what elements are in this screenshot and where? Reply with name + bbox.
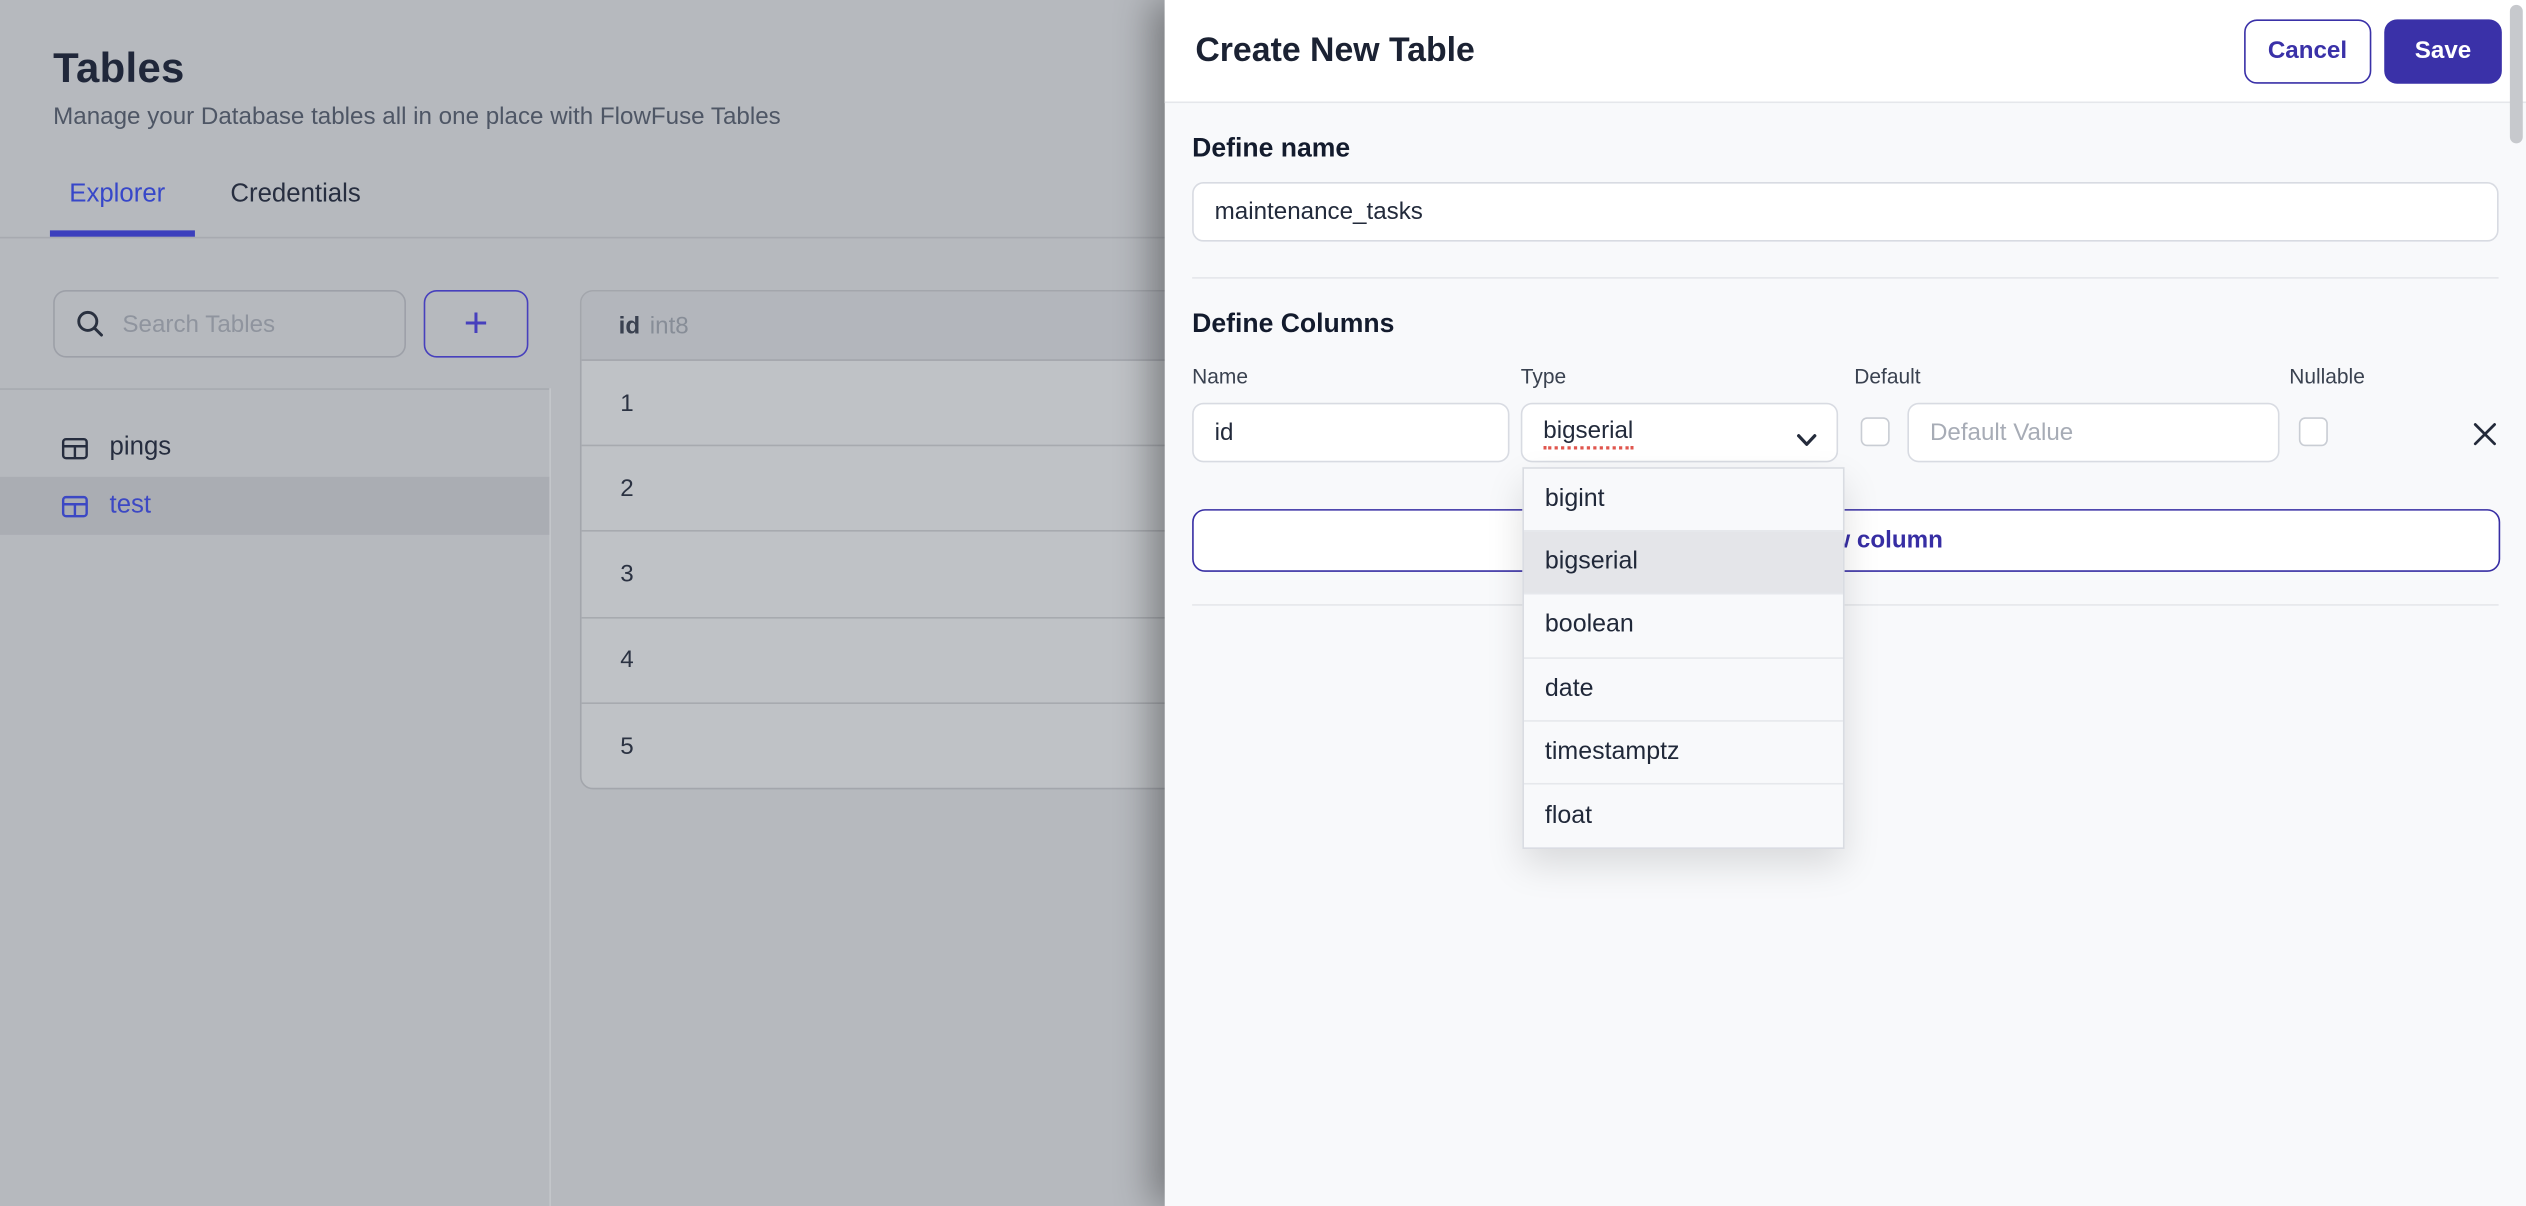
close-icon	[2473, 422, 2496, 445]
dropdown-option-timestamptz[interactable]: timestamptz	[1523, 721, 1843, 785]
cell-value: 4	[620, 646, 634, 674]
table-icon	[61, 492, 88, 519]
sidebar-item-test[interactable]: test	[0, 476, 550, 535]
define-name-heading: Define name	[1192, 133, 1351, 163]
column-name-value: id	[1214, 418, 1234, 447]
column-type: int8	[649, 311, 689, 340]
cancel-button[interactable]: Cancel	[2243, 18, 2372, 83]
default-value-input[interactable]: Default Value	[1907, 402, 2280, 463]
cell-value: 5	[620, 732, 634, 761]
dropdown-option-date[interactable]: date	[1523, 658, 1843, 722]
tab-credentials[interactable]: Credentials	[230, 180, 360, 209]
table-item-label: pings	[109, 433, 172, 461]
tab-divider	[0, 236, 1165, 239]
sidebar-main-divider	[549, 388, 551, 1206]
add-table-button[interactable]: +	[423, 289, 529, 358]
remove-column-button[interactable]	[2470, 419, 2499, 448]
add-new-column-button[interactable]: Add new column	[1192, 509, 2501, 572]
column-type-value: bigserial	[1543, 416, 1634, 449]
table-icon	[61, 434, 88, 461]
search-icon	[76, 309, 105, 338]
app-root: Tables Manage your Database tables all i…	[0, 0, 2526, 1206]
scrollbar-thumb[interactable]	[2509, 4, 2523, 144]
default-checkbox[interactable]	[1860, 417, 1890, 447]
table-name-input[interactable]: maintenance_tasks	[1192, 182, 2499, 242]
panel-title: Create New Table	[1195, 31, 1475, 69]
type-dropdown-menu: bigint bigserial boolean date timestampt…	[1522, 467, 1845, 850]
default-value-placeholder: Default Value	[1929, 418, 2074, 447]
dropdown-option-float[interactable]: float	[1524, 784, 1843, 847]
save-button[interactable]: Save	[2384, 18, 2502, 83]
column-name: id	[618, 311, 641, 340]
search-placeholder: Search Tables	[122, 310, 276, 338]
column-type-select[interactable]: bigserial	[1520, 402, 1839, 463]
table-item-label: test	[109, 491, 152, 519]
define-columns-heading: Define Columns	[1192, 309, 1395, 339]
create-table-panel: Create New Table Cancel Save Define name…	[1164, 0, 2526, 1206]
sidebar-item-pings[interactable]: pings	[0, 419, 549, 477]
dropdown-option-boolean[interactable]: boolean	[1523, 595, 1843, 659]
label-nullable: Nullable	[2289, 364, 2365, 389]
section-divider	[1192, 604, 2499, 606]
cell-value: 2	[620, 474, 634, 503]
label-default: Default	[1854, 364, 1921, 389]
dropdown-option-bigint[interactable]: bigint	[1523, 469, 1843, 532]
page-title: Tables	[53, 43, 185, 92]
chevron-down-icon	[1796, 427, 1817, 454]
label-name: Name	[1192, 364, 1248, 389]
section-divider	[1192, 277, 2499, 279]
tab-explorer[interactable]: Explorer	[69, 180, 165, 209]
panel-header: Create New Table Cancel Save	[1164, 0, 2526, 104]
cell-value: 3	[620, 560, 634, 588]
table-name-value: maintenance_tasks	[1214, 198, 1423, 226]
label-type: Type	[1520, 364, 1567, 389]
search-input[interactable]: Search Tables	[53, 289, 406, 358]
page-subtitle: Manage your Database tables all in one p…	[53, 103, 781, 131]
sidebar-divider	[0, 388, 550, 390]
cell-value: 1	[620, 389, 634, 417]
nullable-checkbox[interactable]	[2298, 417, 2328, 447]
column-name-input[interactable]: id	[1192, 402, 1510, 463]
table-list: pings test	[0, 419, 550, 535]
dropdown-option-bigserial[interactable]: bigserial	[1523, 531, 1843, 596]
